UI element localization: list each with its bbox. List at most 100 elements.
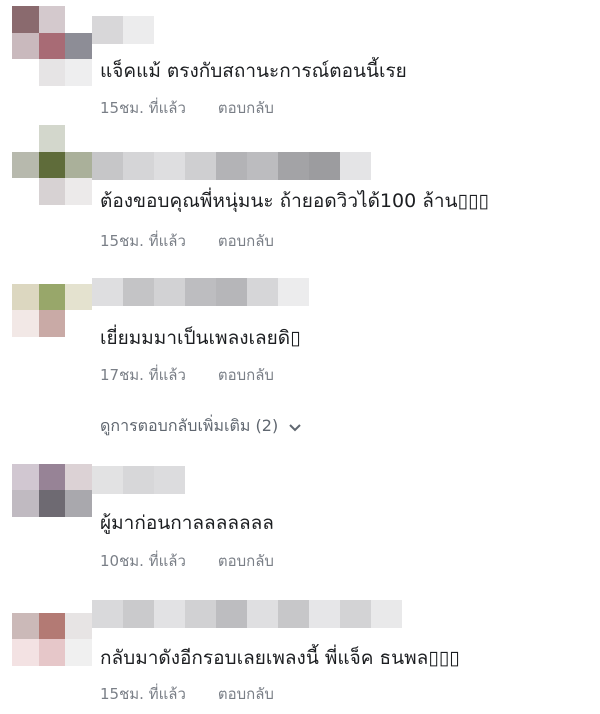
avatar-pixel bbox=[38, 257, 66, 284]
avatar-pixel bbox=[65, 612, 92, 640]
avatar-pixel bbox=[65, 586, 92, 613]
username-blur-block bbox=[340, 152, 371, 180]
avatar-pixel bbox=[12, 178, 39, 205]
username-blur-block bbox=[278, 152, 309, 180]
avatar-pixel bbox=[12, 32, 39, 60]
username-blur-block bbox=[185, 600, 216, 628]
comment-meta: 15ชม. ที่แล้ว ตอบกลับ bbox=[100, 229, 274, 253]
more-replies-link[interactable]: ดูการตอบกลับเพิ่มเติม (2) bbox=[100, 414, 302, 439]
avatar-pixel bbox=[65, 151, 92, 179]
reply-link[interactable]: ตอบกลับ bbox=[218, 552, 274, 570]
comment-time: 15ชม. ที่แล้ว bbox=[100, 685, 186, 703]
avatar-pixel bbox=[12, 6, 39, 33]
username-blur-block bbox=[309, 152, 340, 180]
avatar-pixel bbox=[65, 125, 92, 152]
avatar-pixel bbox=[38, 437, 66, 464]
avatar-pixel bbox=[65, 257, 92, 284]
avatar-pixel bbox=[65, 178, 92, 205]
avatar[interactable] bbox=[12, 257, 92, 337]
avatar-pixel bbox=[38, 586, 66, 613]
username-blurred[interactable] bbox=[92, 152, 371, 180]
avatar-pixel bbox=[12, 151, 39, 179]
comment-text: กลับมาดังอีกรอบเลยเพลงนี้ พี่แจ็ค ธนพล▯▯… bbox=[100, 647, 460, 669]
username-blur-block bbox=[92, 152, 123, 180]
avatar-pixel bbox=[38, 178, 66, 205]
avatar-pixel bbox=[38, 59, 66, 86]
avatar-pixel bbox=[12, 437, 39, 464]
username-blur-block bbox=[340, 600, 371, 628]
username-blur-block bbox=[92, 466, 123, 494]
username-blur-block bbox=[216, 152, 247, 180]
avatar-pixel bbox=[38, 490, 66, 517]
username-blur-block bbox=[309, 600, 340, 628]
username-blur-block bbox=[92, 16, 123, 44]
avatar-pixel bbox=[12, 639, 39, 666]
username-blur-block bbox=[216, 278, 247, 306]
avatar-pixel bbox=[12, 586, 39, 613]
username-blurred[interactable] bbox=[92, 16, 154, 44]
avatar-pixel bbox=[12, 283, 39, 311]
reply-link[interactable]: ตอบกลับ bbox=[218, 99, 274, 117]
avatar-pixel bbox=[12, 612, 39, 640]
avatar-pixel bbox=[38, 310, 66, 337]
username-blur-block bbox=[247, 152, 278, 180]
reply-link[interactable]: ตอบกลับ bbox=[218, 232, 274, 250]
comment-meta: 15ชม. ที่แล้ว ตอบกลับ bbox=[100, 682, 274, 706]
username-blur-block bbox=[123, 466, 154, 494]
avatar-pixel bbox=[12, 257, 39, 284]
comment-time: 10ชม. ที่แล้ว bbox=[100, 552, 186, 570]
comment-meta: 17ชม. ที่แล้ว ตอบกลับ bbox=[100, 363, 274, 387]
username-blur-block bbox=[185, 278, 216, 306]
username-blur-block bbox=[92, 278, 123, 306]
avatar-pixel bbox=[38, 639, 66, 666]
username-blur-block bbox=[154, 278, 185, 306]
avatar[interactable] bbox=[12, 437, 92, 517]
username-blur-block bbox=[154, 600, 185, 628]
comment-text: แจ็คแม้ ตรงกับสถานะการณ์ตอนนี้เรย bbox=[100, 60, 407, 82]
avatar-pixel bbox=[38, 151, 66, 179]
comment-time: 15ชม. ที่แล้ว bbox=[100, 232, 186, 250]
more-replies-label: ดูการตอบกลับเพิ่มเติม (2) bbox=[100, 416, 279, 435]
avatar[interactable] bbox=[12, 6, 92, 86]
avatar-pixel bbox=[65, 283, 92, 311]
avatar-pixel bbox=[12, 59, 39, 86]
avatar-pixel bbox=[38, 463, 66, 491]
comment-meta: 10ชม. ที่แล้ว ตอบกลับ bbox=[100, 549, 274, 573]
username-blur-block bbox=[278, 278, 309, 306]
avatar-pixel bbox=[65, 32, 92, 60]
chevron-down-icon bbox=[289, 423, 301, 431]
username-blur-block bbox=[123, 278, 154, 306]
username-blur-block bbox=[154, 152, 185, 180]
avatar-pixel bbox=[38, 283, 66, 311]
avatar-pixel bbox=[38, 6, 66, 33]
username-blurred[interactable] bbox=[92, 600, 402, 628]
username-blur-block bbox=[216, 600, 247, 628]
avatar[interactable] bbox=[12, 586, 92, 666]
username-blur-block bbox=[154, 466, 185, 494]
comment-meta: 15ชม. ที่แล้ว ตอบกลับ bbox=[100, 96, 274, 120]
avatar-pixel bbox=[65, 639, 92, 666]
comment-text: เยี่ยมมมาเป็นเพลงเลยดิ▯ bbox=[100, 327, 301, 349]
comment-time: 15ชม. ที่แล้ว bbox=[100, 99, 186, 117]
comment-text: ต้องขอบคุณพี่หนุ่มนะ ถ้ายอดวิวได้100 ล้า… bbox=[100, 190, 489, 212]
username-blur-block bbox=[123, 152, 154, 180]
comment-text: ผู้มาก่อนกาลลลลลลล bbox=[100, 512, 274, 534]
avatar-pixel bbox=[38, 125, 66, 152]
username-blur-block bbox=[92, 600, 123, 628]
avatar-pixel bbox=[12, 310, 39, 337]
username-blur-block bbox=[123, 16, 154, 44]
avatar-pixel bbox=[12, 125, 39, 152]
username-blurred[interactable] bbox=[92, 278, 309, 306]
avatar-pixel bbox=[65, 59, 92, 86]
avatar-pixel bbox=[65, 463, 92, 491]
username-blur-block bbox=[123, 600, 154, 628]
avatar[interactable] bbox=[12, 125, 92, 205]
username-blur-block bbox=[371, 600, 402, 628]
avatar-pixel bbox=[38, 32, 66, 60]
username-blur-block bbox=[185, 152, 216, 180]
username-blurred[interactable] bbox=[92, 466, 185, 494]
comment-time: 17ชม. ที่แล้ว bbox=[100, 366, 186, 384]
reply-link[interactable]: ตอบกลับ bbox=[218, 366, 274, 384]
reply-link[interactable]: ตอบกลับ bbox=[218, 685, 274, 703]
username-blur-block bbox=[247, 600, 278, 628]
